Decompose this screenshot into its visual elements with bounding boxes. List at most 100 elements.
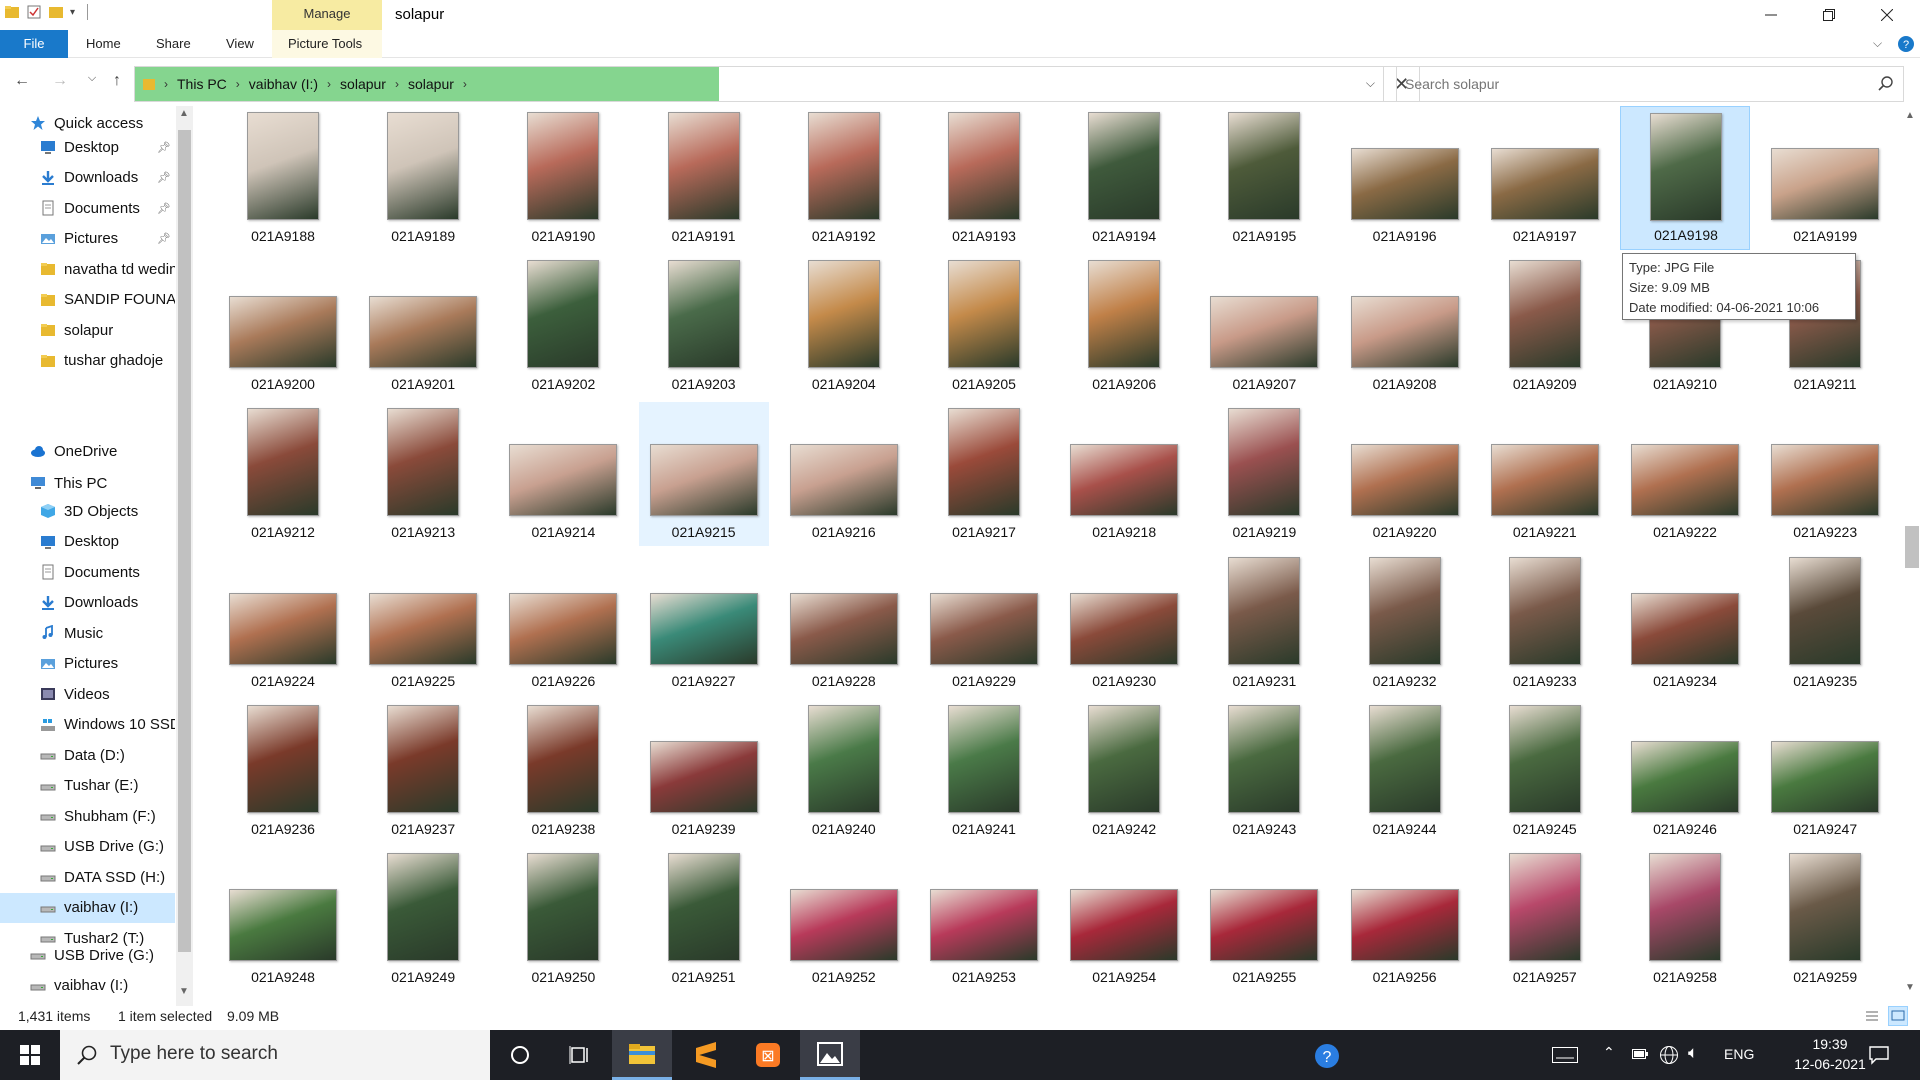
pin-icon[interactable]: 📌︎: [157, 232, 171, 245]
file-item[interactable]: 021A9208: [1340, 254, 1470, 398]
network-globe-icon[interactable]: [1659, 1045, 1679, 1065]
file-item[interactable]: 021A9216: [779, 402, 909, 546]
new-folder-icon[interactable]: [48, 4, 64, 20]
sidebar-item[interactable]: navatha td wedin: [0, 254, 175, 284]
sidebar-item[interactable]: Documents 📌︎: [0, 193, 175, 223]
sidebar-item[interactable]: Desktop 📌︎: [0, 132, 175, 162]
file-item[interactable]: 021A9194: [1059, 106, 1189, 250]
sidebar-item[interactable]: Windows 10 SSD: [0, 710, 175, 740]
file-item[interactable]: 021A9257: [1480, 847, 1610, 991]
file-item[interactable]: 021A9204: [779, 254, 909, 398]
sidebar-item[interactable]: Desktop: [0, 527, 175, 557]
tab-picture-tools[interactable]: Picture Tools: [288, 30, 362, 58]
sidebar-item[interactable]: solapur: [0, 315, 175, 345]
content-scroll-thumb[interactable]: [1905, 526, 1919, 568]
scroll-down-icon[interactable]: ▼: [1905, 982, 1915, 993]
file-item[interactable]: 021A9209: [1480, 254, 1610, 398]
forward-button[interactable]: →: [50, 72, 70, 92]
restore-button[interactable]: [1800, 0, 1858, 30]
sidebar-item[interactable]: SANDIP FOUNAI: [0, 285, 175, 315]
file-item[interactable]: 021A9248: [218, 847, 348, 991]
search-icon[interactable]: [1877, 75, 1895, 93]
sidebar-scroll-thumb[interactable]: [178, 130, 191, 952]
properties-icon[interactable]: [26, 4, 42, 20]
taskbar-photos[interactable]: [800, 1030, 860, 1080]
file-item[interactable]: 021A9203: [639, 254, 769, 398]
clock-date[interactable]: 12-06-2021: [1790, 1056, 1870, 1072]
up-button[interactable]: ↑: [107, 72, 127, 92]
taskbar-search-box[interactable]: Type here to search: [60, 1030, 490, 1080]
scroll-up-icon[interactable]: ▲: [179, 108, 189, 119]
search-box[interactable]: [1396, 66, 1904, 102]
task-view-button[interactable]: [550, 1030, 610, 1080]
notification-icon[interactable]: [1868, 1044, 1890, 1066]
start-button[interactable]: [0, 1030, 60, 1080]
file-item[interactable]: 021A9244: [1340, 699, 1470, 843]
file-item[interactable]: 021A9243: [1199, 699, 1329, 843]
details-view-button[interactable]: [1862, 1006, 1882, 1026]
file-item[interactable]: 021A9236: [218, 699, 348, 843]
close-button[interactable]: [1858, 0, 1916, 30]
file-item[interactable]: 021A9254: [1059, 847, 1189, 991]
taskbar-xampp[interactable]: ⊠: [738, 1030, 798, 1080]
pin-icon[interactable]: 📌︎: [157, 202, 171, 215]
sidebar-item[interactable]: USB Drive (G:): [0, 832, 175, 862]
cortana-button[interactable]: [490, 1030, 550, 1080]
file-item[interactable]: 021A9200: [218, 254, 348, 398]
file-item[interactable]: 021A9219: [1199, 402, 1329, 546]
file-item[interactable]: 021A9249: [358, 847, 488, 991]
search-input[interactable]: [1397, 67, 1867, 101]
recent-locations-button[interactable]: ⌵: [82, 72, 102, 92]
file-item[interactable]: 021A9252: [779, 847, 909, 991]
file-item[interactable]: 021A9217: [919, 402, 1049, 546]
taskbar-file-explorer[interactable]: [612, 1030, 672, 1080]
clock-time[interactable]: 19:39: [1790, 1036, 1870, 1052]
file-item[interactable]: 021A9214: [498, 402, 628, 546]
sidebar-item[interactable]: Music: [0, 618, 175, 648]
file-item[interactable]: 021A9198: [1620, 106, 1750, 250]
large-icons-view-button[interactable]: [1888, 1006, 1908, 1026]
taskbar-sublime-text[interactable]: [676, 1030, 736, 1080]
file-item[interactable]: 021A9255: [1199, 847, 1329, 991]
file-item[interactable]: 021A9242: [1059, 699, 1189, 843]
file-item[interactable]: 021A9218: [1059, 402, 1189, 546]
folder-icon[interactable]: [4, 4, 20, 20]
file-item[interactable]: 021A9258: [1620, 847, 1750, 991]
file-item[interactable]: 021A9193: [919, 106, 1049, 250]
breadcrumb-folder-current[interactable]: solapur: [408, 76, 454, 92]
file-item[interactable]: 021A9232: [1340, 551, 1470, 695]
back-button[interactable]: ←: [12, 72, 32, 92]
file-item[interactable]: 021A9228: [779, 551, 909, 695]
address-dropdown-icon[interactable]: ⌵: [1366, 76, 1375, 91]
keyboard-icon[interactable]: [1552, 1047, 1578, 1063]
content-scrollbar[interactable]: ▲ ▼: [1902, 106, 1920, 996]
breadcrumb-folder-parent[interactable]: solapur: [340, 76, 386, 92]
file-item[interactable]: 021A9256: [1340, 847, 1470, 991]
file-item[interactable]: 021A9188: [218, 106, 348, 250]
help-icon[interactable]: ?: [1897, 35, 1915, 53]
breadcrumb-separator-icon[interactable]: ›: [236, 77, 240, 91]
file-item[interactable]: 021A9202: [498, 254, 628, 398]
sidebar-item[interactable]: Downloads 📌︎: [0, 163, 175, 193]
scroll-down-icon[interactable]: ▼: [179, 986, 189, 997]
pin-icon[interactable]: 📌︎: [157, 141, 171, 154]
customize-qat-icon[interactable]: ▾: [70, 7, 75, 18]
manage-context-tab[interactable]: Manage: [272, 0, 382, 30]
sidebar-item[interactable]: Data (D:): [0, 740, 175, 770]
battery-icon[interactable]: [1632, 1048, 1648, 1060]
file-item[interactable]: 021A9223: [1760, 402, 1890, 546]
tab-file[interactable]: File: [0, 30, 68, 58]
file-item[interactable]: 021A9231: [1199, 551, 1329, 695]
breadcrumb-separator-icon[interactable]: ›: [463, 77, 467, 91]
file-item[interactable]: 021A9246: [1620, 699, 1750, 843]
breadcrumb-separator-icon[interactable]: ›: [395, 77, 399, 91]
file-item[interactable]: 021A9199: [1760, 106, 1890, 250]
file-item[interactable]: 021A9205: [919, 254, 1049, 398]
file-item[interactable]: 021A9235: [1760, 551, 1890, 695]
file-item[interactable]: 021A9189: [358, 106, 488, 250]
file-item[interactable]: 021A9250: [498, 847, 628, 991]
file-item[interactable]: 021A9225: [358, 551, 488, 695]
file-item[interactable]: 021A9190: [498, 106, 628, 250]
file-item[interactable]: 021A9240: [779, 699, 909, 843]
minimize-button[interactable]: [1742, 0, 1800, 30]
